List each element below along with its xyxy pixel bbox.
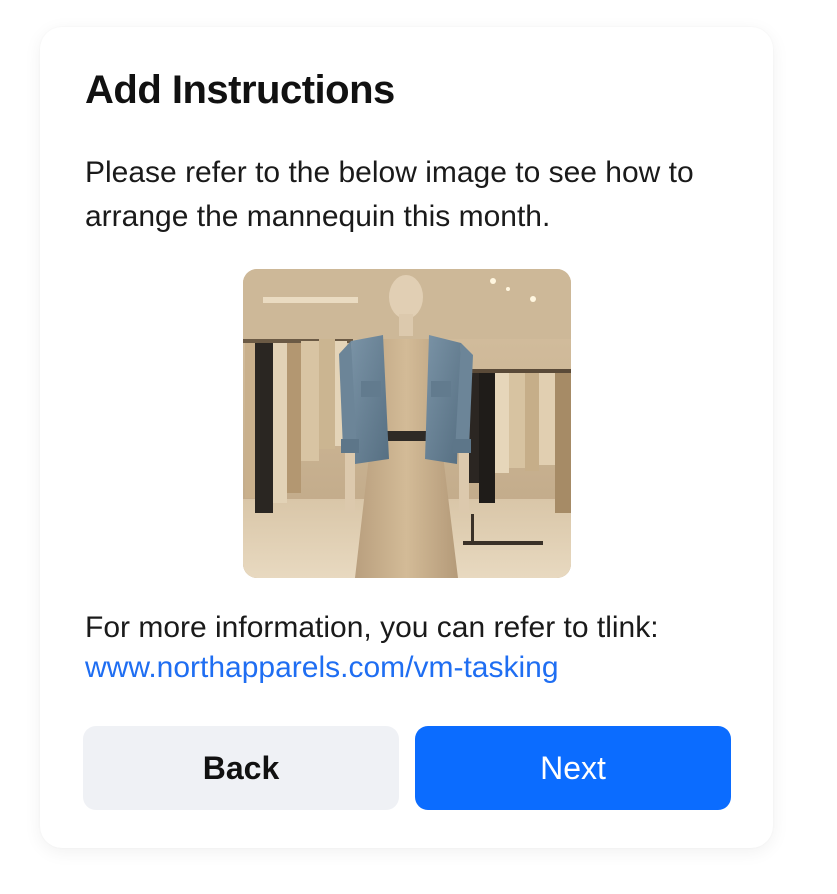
next-button[interactable]: Next — [415, 726, 731, 810]
back-button[interactable]: Back — [83, 726, 399, 810]
more-info-text: For more information, you can refer to t… — [85, 611, 659, 644]
info-link[interactable]: www.northapparels.com/vm-tasking — [85, 648, 559, 688]
dialog-description: Please refer to the below image to see h… — [85, 156, 694, 233]
dialog-title: Add Instructions — [85, 68, 395, 112]
instructions-card: Add Instructions Please refer to the bel… — [40, 27, 773, 848]
mannequin-reference-image — [243, 269, 571, 578]
